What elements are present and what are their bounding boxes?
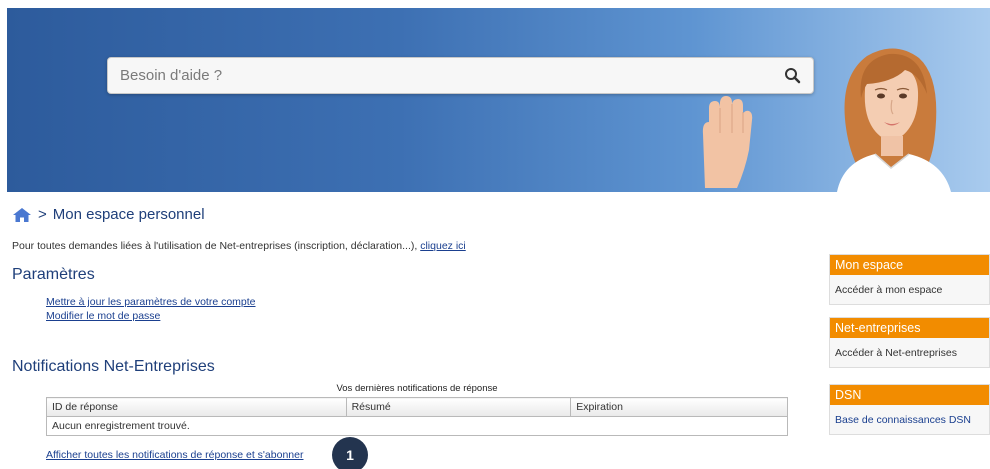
change-password-link[interactable]: Modifier le mot de passe bbox=[46, 309, 256, 323]
help-text-body: Pour toutes demandes liées à l'utilisati… bbox=[12, 240, 421, 252]
update-account-settings-link[interactable]: Mettre à jour les paramètres de votre co… bbox=[46, 295, 256, 309]
table-row: Aucun enregistrement trouvé. bbox=[46, 416, 788, 436]
search-input[interactable] bbox=[108, 58, 768, 93]
breadcrumb: > Mon espace personnel bbox=[12, 206, 205, 223]
sidebar-link-net-entreprises[interactable]: Accéder à Net-entreprises bbox=[830, 338, 989, 367]
column-header-expiration[interactable]: Expiration bbox=[570, 397, 788, 417]
help-text: Pour toutes demandes liées à l'utilisati… bbox=[12, 240, 466, 252]
header-banner bbox=[7, 8, 990, 192]
step-badge: 1 bbox=[332, 437, 368, 469]
notifications-table-caption: Vos dernières notifications de réponse bbox=[336, 383, 498, 394]
sidebar-box-net-entreprises: Net-entreprises Accéder à Net-entreprise… bbox=[829, 317, 990, 368]
notifications-title: Notifications Net-Entreprises bbox=[12, 358, 215, 375]
sidebar-box-mon-espace: Mon espace Accéder à mon espace bbox=[829, 254, 990, 305]
params-title: Paramètres bbox=[12, 266, 95, 283]
sidebar-link-dsn[interactable]: Base de connaissances DSN bbox=[830, 405, 989, 434]
home-icon[interactable] bbox=[12, 207, 32, 223]
column-header-summary[interactable]: Résumé bbox=[345, 397, 572, 417]
column-header-id[interactable]: ID de réponse bbox=[46, 397, 347, 417]
params-links: Mettre à jour les paramètres de votre co… bbox=[46, 295, 256, 323]
help-link[interactable]: cliquez ici bbox=[420, 240, 466, 252]
sidebar-heading: DSN bbox=[830, 385, 989, 405]
table-header-row: ID de réponse Résumé Expiration bbox=[46, 397, 788, 417]
sidebar-heading: Net-entreprises bbox=[830, 318, 989, 338]
woman-waving-illustration bbox=[702, 48, 951, 192]
empty-row-message: Aucun enregistrement trouvé. bbox=[46, 416, 788, 436]
sidebar-link-mon-espace[interactable]: Accéder à mon espace bbox=[830, 275, 989, 304]
notifications-table: ID de réponse Résumé Expiration Aucun en… bbox=[46, 397, 788, 436]
all-notifications-link[interactable]: Afficher toutes les notifications de rép… bbox=[46, 449, 303, 461]
breadcrumb-separator: > bbox=[38, 206, 47, 223]
sidebar-box-dsn: DSN Base de connaissances DSN bbox=[829, 384, 990, 435]
breadcrumb-current: Mon espace personnel bbox=[52, 206, 205, 223]
sidebar-heading: Mon espace bbox=[830, 255, 989, 275]
